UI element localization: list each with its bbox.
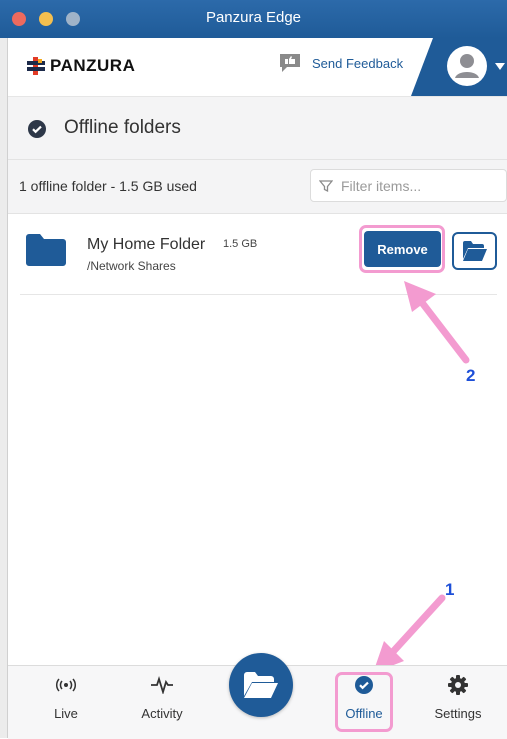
- nav-label-live: Live: [54, 706, 78, 721]
- nav-label-settings: Settings: [434, 706, 482, 721]
- open-folder-icon: [244, 672, 278, 698]
- gear-icon: [448, 675, 468, 695]
- nav-label-activity: Activity: [141, 706, 183, 721]
- bottom-nav: Live Activity Offline Settings: [8, 653, 507, 739]
- nav-label-offline: Offline: [345, 706, 383, 721]
- annotation-arrow-1: [373, 594, 446, 673]
- nav-item-offline[interactable]: Offline: [324, 674, 404, 721]
- live-signal-icon: [55, 678, 77, 692]
- nav-item-settings[interactable]: Settings: [418, 674, 498, 721]
- activity-pulse-icon: [151, 676, 173, 694]
- nav-item-live[interactable]: Live: [26, 674, 106, 721]
- annotation-step-1: 1: [445, 580, 455, 599]
- nav-item-activity[interactable]: Activity: [122, 674, 202, 721]
- open-folder-fab[interactable]: [229, 653, 293, 717]
- check-circle-icon: [355, 676, 373, 694]
